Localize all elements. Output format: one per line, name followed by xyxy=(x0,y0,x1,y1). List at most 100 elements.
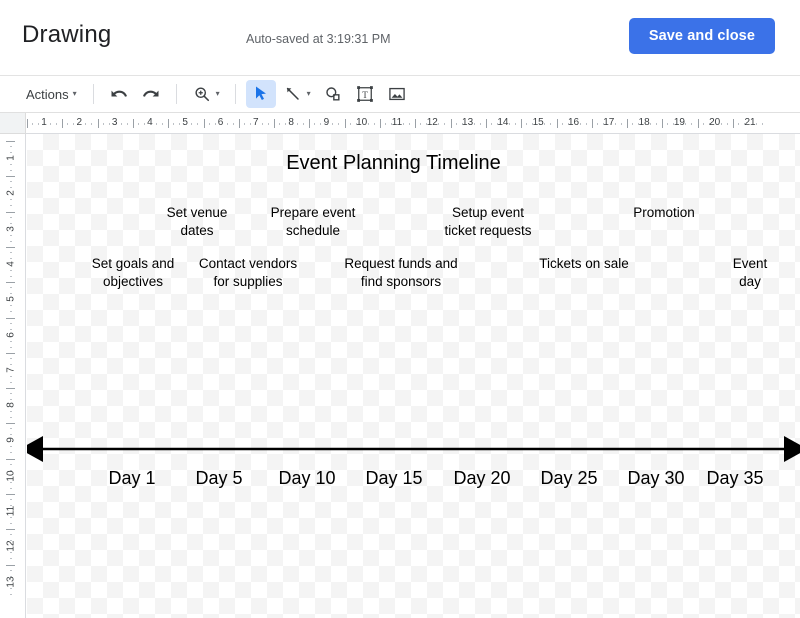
ruler-number: 18 xyxy=(639,117,650,128)
shape-tool-button[interactable] xyxy=(318,80,348,108)
zoom-tool-button[interactable]: ▾ xyxy=(187,80,225,108)
ruler-minor-tick xyxy=(10,170,12,171)
ruler-minor-tick xyxy=(550,123,551,125)
timeline-milestone-label[interactable]: Tickets on sale xyxy=(539,255,629,273)
save-and-close-button[interactable]: Save and close xyxy=(629,18,775,54)
redo-icon xyxy=(141,84,161,104)
timeline-day-label[interactable]: Day 25 xyxy=(540,468,597,489)
zoom-in-icon xyxy=(192,84,212,104)
drawing-toolbar: Actions ▾ ▾ ▾ xyxy=(0,75,800,113)
ruler-minor-tick xyxy=(10,311,12,312)
ruler-minor-tick xyxy=(91,123,92,125)
drawing-canvas[interactable]: Event Planning Timeline Set venuedates Pr… xyxy=(27,134,800,618)
timeline-day-label[interactable]: Day 10 xyxy=(278,468,335,489)
ruler-minor-tick xyxy=(738,123,739,125)
actions-menu-button[interactable]: Actions ▾ xyxy=(20,80,83,108)
ruler-minor-tick xyxy=(420,123,421,125)
drawing-title[interactable]: Event Planning Timeline xyxy=(27,152,760,175)
ruler-minor-tick xyxy=(268,123,269,125)
ruler-minor-tick xyxy=(10,146,12,147)
ruler-tick xyxy=(6,318,15,319)
ruler-number: 11 xyxy=(392,117,402,128)
timeline-day-label[interactable]: Day 20 xyxy=(453,468,510,489)
timeline-milestone-label[interactable]: Event day xyxy=(725,255,775,291)
ruler-minor-tick xyxy=(244,123,245,125)
shape-icon xyxy=(323,84,343,104)
ruler-minor-tick xyxy=(227,123,228,125)
ruler-minor-tick xyxy=(544,123,545,125)
ruler-minor-tick xyxy=(38,123,39,125)
ruler-minor-tick xyxy=(109,123,110,125)
ruler-tick xyxy=(592,119,593,128)
undo-icon xyxy=(109,84,129,104)
ruler-tick xyxy=(415,119,416,128)
undo-button[interactable] xyxy=(104,80,134,108)
ruler-number: 5 xyxy=(182,117,188,128)
timeline-milestone-label[interactable]: Request funds andfind sponsors xyxy=(344,255,457,291)
ruler-minor-tick xyxy=(67,123,68,125)
ruler-minor-tick xyxy=(138,123,139,125)
ruler-minor-tick xyxy=(703,123,704,125)
ruler-number: 4 xyxy=(6,257,17,271)
ruler-number: 10 xyxy=(356,117,367,128)
ruler-minor-tick xyxy=(179,123,180,125)
image-tool-button[interactable] xyxy=(382,80,412,108)
ruler-minor-tick xyxy=(474,123,475,125)
toolbar-divider xyxy=(93,84,94,104)
ruler-minor-tick xyxy=(10,347,12,348)
redo-button[interactable] xyxy=(136,80,166,108)
ruler-minor-tick xyxy=(162,123,163,125)
timeline-day-label[interactable]: Day 15 xyxy=(365,468,422,489)
ruler-tick xyxy=(27,119,28,128)
textbox-tool-button[interactable]: T xyxy=(350,80,380,108)
timeline-milestone-label[interactable]: Setup eventticket requests xyxy=(444,204,531,240)
ruler-tick xyxy=(627,119,628,128)
timeline-milestone-label[interactable]: Promotion xyxy=(633,204,695,222)
timeline-milestone-label[interactable]: Set venuedates xyxy=(167,204,228,240)
ruler-minor-tick xyxy=(480,123,481,125)
ruler-number: 2 xyxy=(77,117,83,128)
ruler-minor-tick xyxy=(756,123,757,125)
ruler-minor-tick xyxy=(350,123,351,125)
ruler-number: 12 xyxy=(427,117,438,128)
ruler-minor-tick xyxy=(314,123,315,125)
timeline-milestone-label[interactable]: Prepare eventschedule xyxy=(271,204,356,240)
timeline-day-label[interactable]: Day 1 xyxy=(108,468,155,489)
line-tool-button[interactable]: ▾ xyxy=(278,80,316,108)
ruler-minor-tick xyxy=(127,123,128,125)
page-title: Drawing xyxy=(22,21,111,49)
timeline-day-label[interactable]: Day 35 xyxy=(706,468,763,489)
horizontal-ruler[interactable]: 123456789101112131415161718192021 xyxy=(26,113,800,134)
autosave-status: Auto-saved at 3:19:31 PM xyxy=(246,32,391,46)
ruler-minor-tick xyxy=(10,205,12,206)
timeline-day-label[interactable]: Day 5 xyxy=(195,468,242,489)
timeline-milestone-label[interactable]: Contact vendorsfor supplies xyxy=(199,255,297,291)
ruler-tick xyxy=(345,119,346,128)
line-icon xyxy=(283,84,303,104)
ruler-minor-tick xyxy=(73,123,74,125)
ruler-minor-tick xyxy=(103,123,104,125)
ruler-minor-tick xyxy=(621,123,622,125)
chevron-down-icon: ▾ xyxy=(307,90,311,98)
ruler-number: 10 xyxy=(6,469,17,483)
select-tool-button[interactable] xyxy=(246,80,276,108)
timeline-milestone-label[interactable]: Set goals andobjectives xyxy=(92,255,175,291)
ruler-minor-tick xyxy=(10,417,12,418)
ruler-minor-tick xyxy=(509,123,510,125)
ruler-minor-tick xyxy=(403,123,404,125)
ruler-number: 13 xyxy=(462,117,473,128)
vertical-ruler[interactable]: 12345678910111213 xyxy=(0,134,26,618)
toolbar-divider xyxy=(235,84,236,104)
timeline-day-label[interactable]: Day 30 xyxy=(627,468,684,489)
ruler-tick xyxy=(133,119,134,128)
ruler-minor-tick xyxy=(10,287,12,288)
ruler-minor-tick xyxy=(250,123,251,125)
ruler-minor-tick xyxy=(597,123,598,125)
ruler-minor-tick xyxy=(332,123,333,125)
timeline-axis-arrow[interactable] xyxy=(27,434,800,464)
ruler-tick xyxy=(6,459,15,460)
ruler-number: 17 xyxy=(603,117,614,128)
ruler-number: 12 xyxy=(6,539,17,553)
ruler-tick xyxy=(204,119,205,128)
ruler-minor-tick xyxy=(121,123,122,125)
